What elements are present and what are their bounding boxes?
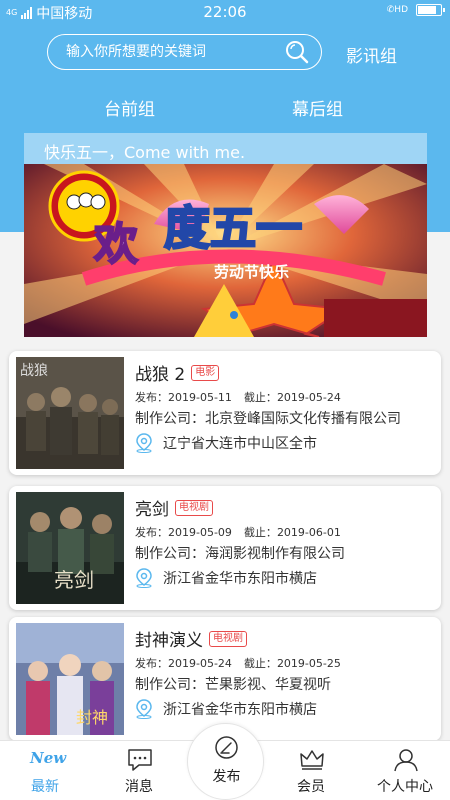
location-pin-icon — [136, 568, 152, 588]
listing-card[interactable]: 战狼 战狼 2 电影 发布：2019-05-11 截止：2019-05-24 制… — [9, 351, 441, 475]
card-title-row: 亮剑 电视剧 — [135, 495, 213, 520]
location-pin-icon — [136, 433, 152, 453]
company-label: 制作公司： — [135, 411, 205, 427]
search-box[interactable] — [47, 34, 322, 70]
publish-date-value: 2019-05-24 — [168, 657, 232, 670]
yingxun-group-link[interactable]: 影讯组 — [346, 42, 397, 67]
svg-text:封神: 封神 — [76, 708, 108, 727]
nav-label-profile: 个人中心 — [377, 779, 433, 795]
card-title-row: 封神演义 电视剧 — [135, 626, 247, 651]
battery-level — [418, 6, 436, 14]
status-time: 22:06 — [203, 3, 247, 21]
publish-label: 发布 — [212, 769, 241, 785]
deadline-date-value: 2019-06-01 — [276, 526, 341, 539]
location-row: 辽宁省大连市中山区全市 — [135, 433, 317, 453]
search-icon[interactable] — [285, 40, 309, 64]
production-company: 制作公司：海润影视制作有限公司 — [135, 543, 345, 563]
card-title: 封神演义 — [135, 631, 203, 651]
card-title: 战狼 2 — [135, 365, 186, 385]
tab-front-group[interactable]: 台前组 — [104, 95, 155, 120]
banner-text-laodongjie: 劳动节快乐 — [214, 263, 289, 281]
location-text: 辽宁省大连市中山区全市 — [163, 436, 317, 452]
category-tag: 电视剧 — [175, 499, 213, 516]
publish-date: 发布：2019-05-24 — [135, 655, 232, 671]
listing-card[interactable]: 亮剑 亮剑 电视剧 发布：2019-05-09 截止：2019-06-01 制作… — [9, 486, 441, 610]
nav-label-latest: 最新 — [31, 779, 59, 795]
location-pin-icon — [136, 699, 152, 719]
category-tag: 电视剧 — [209, 630, 247, 647]
production-company: 制作公司：芒果影视、华夏视听 — [135, 674, 331, 694]
company-label: 制作公司： — [135, 677, 205, 693]
publish-date-value: 2019-05-09 — [168, 526, 232, 539]
category-tag: 电影 — [191, 364, 220, 381]
nav-label-membership: 会员 — [297, 779, 325, 795]
poster-image: 封神 — [16, 623, 124, 735]
nav-item-messages[interactable]: 消息 — [94, 741, 184, 800]
company-label: 制作公司： — [135, 546, 205, 562]
svg-text:亮剑: 亮剑 — [54, 568, 94, 592]
deadline-date: 截止：2019-05-24 — [244, 389, 341, 405]
deadline-date-value: 2019-05-24 — [276, 391, 341, 404]
search-input[interactable] — [66, 41, 276, 63]
status-right: ✆HD — [386, 4, 445, 16]
deadline-label: 截止： — [243, 391, 277, 404]
banner-carousel[interactable]: 快乐五一，Come with me. 欢 度五一 劳动节快乐 — [24, 133, 427, 337]
battery-icon — [416, 4, 445, 16]
production-company: 制作公司：北京登峰国际文化传播有限公司 — [135, 408, 401, 428]
deadline-label: 截止： — [243, 657, 277, 670]
publish-label: 发布： — [135, 391, 168, 404]
new-icon: New — [30, 749, 67, 767]
publish-icon — [215, 736, 238, 759]
person-icon — [394, 749, 418, 772]
card-dates: 发布：2019-05-11 截止：2019-05-24 — [135, 389, 341, 405]
publish-date-value: 2019-05-11 — [168, 391, 232, 404]
nav-item-latest[interactable]: New 最新 — [0, 741, 90, 800]
location-row: 浙江省金华市东阳市横店 — [135, 568, 317, 588]
card-dates: 发布：2019-05-09 截止：2019-06-01 — [135, 524, 341, 540]
publish-date: 发布：2019-05-09 — [135, 524, 232, 540]
tab-back-group[interactable]: 幕后组 — [292, 95, 343, 120]
location-text: 浙江省金华市东阳市横店 — [163, 702, 317, 718]
carousel-indicator[interactable] — [230, 311, 238, 319]
company-value: 北京登峰国际文化传播有限公司 — [205, 411, 401, 427]
deadline-date-value: 2019-05-25 — [276, 657, 341, 670]
location-text: 浙江省金华市东阳市横店 — [163, 571, 317, 587]
nav-label-messages: 消息 — [125, 779, 153, 795]
deadline-label: 截止： — [243, 526, 277, 539]
hd-call-icon: ✆HD — [386, 5, 408, 15]
banner-image[interactable]: 欢 度五一 劳动节快乐 — [24, 164, 427, 337]
poster-image: 战狼 — [16, 357, 124, 469]
svg-text:战狼: 战狼 — [20, 363, 48, 379]
message-icon — [128, 749, 152, 771]
publish-label: 发布： — [135, 526, 168, 539]
nav-item-profile[interactable]: 个人中心 — [360, 741, 450, 800]
banner-caption: 快乐五一，Come with me. — [24, 133, 427, 164]
publish-date: 发布：2019-05-11 — [135, 389, 232, 405]
company-value: 芒果影视、华夏视听 — [205, 677, 331, 693]
status-bar: 4G 中国移动 22:06 ✆HD — [0, 0, 450, 24]
banner-text-duwuyi: 度五一 — [164, 201, 302, 255]
card-title-row: 战狼 2 电影 — [135, 360, 220, 385]
hd-label: HD — [394, 5, 408, 15]
banner-text-huan: 欢 — [93, 219, 138, 270]
card-title: 亮剑 — [135, 500, 169, 520]
card-dates: 发布：2019-05-24 截止：2019-05-25 — [135, 655, 341, 671]
location-row: 浙江省金华市东阳市横店 — [135, 699, 317, 719]
deadline-date: 截止：2019-05-25 — [244, 655, 341, 671]
deadline-date: 截止：2019-06-01 — [244, 524, 341, 540]
publish-button[interactable]: 发布 — [187, 723, 264, 800]
publish-label: 发布： — [135, 657, 168, 670]
company-value: 海润影视制作有限公司 — [205, 546, 345, 562]
nav-item-membership[interactable]: 会员 — [266, 741, 356, 800]
poster-image: 亮剑 — [16, 492, 124, 604]
crown-icon — [300, 750, 324, 770]
